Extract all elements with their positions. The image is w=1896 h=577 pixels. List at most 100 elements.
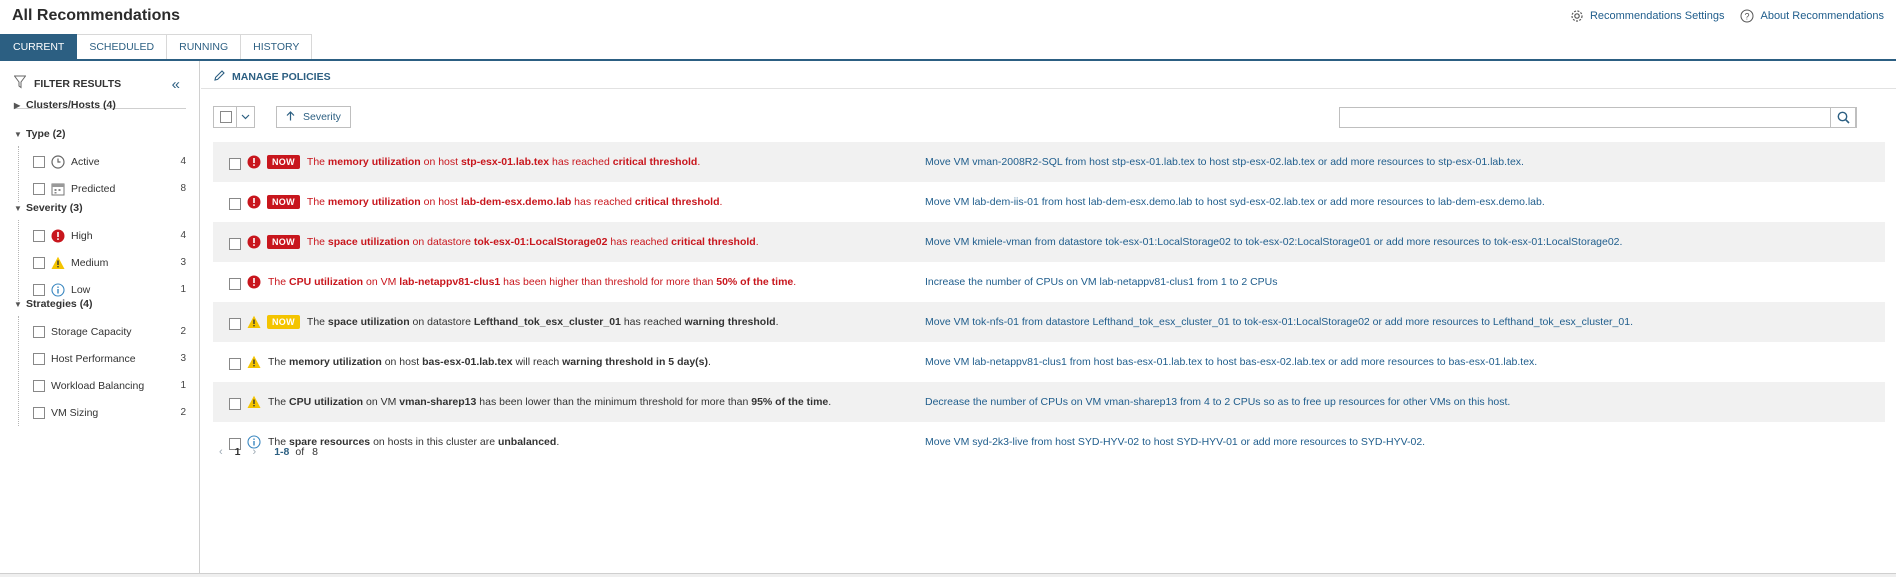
next-page-icon[interactable]: › [253, 446, 257, 458]
tab-running[interactable]: RUNNING [167, 34, 242, 59]
filter-item-label: Host Performance [51, 352, 136, 365]
filter-group-header[interactable]: ▼ Strategies (4) [14, 296, 186, 312]
recommendation-row[interactable]: NOW The space utilization on datastore to… [213, 222, 1885, 262]
about-recommendations-link[interactable]: ? About Recommendations [1740, 9, 1884, 23]
recommendation-action-link[interactable]: Move VM lab-dem-iis-01 from host lab-dem… [925, 196, 1545, 208]
filter-title: FILTER RESULTS [34, 78, 122, 90]
info-icon [51, 282, 65, 297]
error-icon [51, 229, 65, 243]
warning-icon [247, 395, 261, 409]
calendar-icon [51, 182, 65, 196]
filter-item-active[interactable]: Active 4 [19, 148, 186, 175]
tab-history[interactable]: HISTORY [241, 34, 313, 59]
filter-item-high[interactable]: High 4 [19, 222, 186, 249]
page-header: All Recommendations Recommendations Sett… [0, 0, 1896, 34]
checkbox[interactable] [33, 256, 45, 269]
row-checkbox[interactable] [229, 238, 241, 250]
filter-item-label: Storage Capacity [51, 325, 132, 338]
about-recommendations-label: About Recommendations [1760, 10, 1884, 22]
recommendation-row[interactable]: The CPU utilization on VM vman-sharep13 … [213, 382, 1885, 422]
row-checkbox[interactable] [229, 398, 241, 410]
filter-group-label: Strategies (4) [26, 298, 93, 310]
help-icon: ? [1740, 9, 1754, 23]
filter-group-header[interactable]: ▶ Clusters/Hosts (4) [14, 97, 186, 113]
now-badge: NOW [267, 155, 300, 169]
tab-current[interactable]: CURRENT [0, 34, 78, 59]
checkbox[interactable] [33, 283, 45, 296]
row-checkbox[interactable] [229, 278, 241, 290]
sort-severity-button[interactable]: Severity [276, 106, 351, 128]
recommendation-description: The CPU utilization on VM vman-sharep13 … [268, 396, 832, 408]
error-icon [247, 275, 261, 289]
filter-item-count: 1 [180, 284, 186, 295]
filter-item-label: Workload Balancing [51, 379, 145, 392]
checkbox[interactable] [33, 182, 45, 195]
filter-item-workload-balancing[interactable]: Workload Balancing 1 [19, 372, 186, 399]
filter-item-vm-sizing[interactable]: VM Sizing 2 [19, 399, 186, 426]
search-button[interactable] [1830, 107, 1856, 128]
checkbox[interactable] [33, 352, 45, 365]
prev-page-icon[interactable]: ‹ [219, 446, 223, 458]
page-title: All Recommendations [12, 7, 181, 24]
recommendation-action-link[interactable]: Move VM lab-netappv81-clus1 from host ba… [925, 356, 1537, 368]
now-badge: NOW [267, 235, 300, 249]
checkbox[interactable] [33, 229, 45, 242]
checkbox[interactable] [33, 379, 45, 392]
current-page[interactable]: 1 [235, 446, 241, 458]
filter-group-strategies: ▼ Strategies (4) Storage Capacity 2 Host… [14, 296, 186, 426]
filter-item-medium[interactable]: Medium 3 [19, 249, 186, 276]
recommendation-description: The memory utilization on host stp-esx-0… [306, 156, 701, 168]
recommendation-description: The memory utilization on host bas-esx-0… [268, 356, 711, 368]
recommendation-description: The memory utilization on host lab-dem-e… [306, 196, 723, 208]
header-links: Recommendations Settings ? About Recomme… [1570, 9, 1884, 23]
recommendation-action-link[interactable]: Move VM vman-2008R2-SQL from host stp-es… [925, 156, 1524, 168]
filter-item-storage-capacity[interactable]: Storage Capacity 2 [19, 318, 186, 345]
collapse-sidebar-icon[interactable]: « [172, 76, 180, 93]
recommendation-action-link[interactable]: Decrease the number of CPUs on VM vman-s… [925, 396, 1510, 408]
checkbox[interactable] [33, 325, 45, 338]
recommendation-row[interactable]: The spare resources on hosts in this clu… [213, 422, 1885, 462]
warning-icon [247, 315, 261, 329]
row-checkbox[interactable] [229, 318, 241, 330]
filter-item-predicted[interactable]: Predicted 8 [19, 175, 186, 202]
search-input[interactable] [1340, 108, 1830, 127]
row-checkbox[interactable] [229, 158, 241, 170]
filter-item-count: 2 [180, 407, 186, 418]
recommendations-settings-link[interactable]: Recommendations Settings [1570, 9, 1724, 23]
filter-sidebar: FILTER RESULTS « ▶ Clusters/Hosts (4) ▼ … [0, 61, 200, 573]
main-panel: MANAGE POLICIES Severity NOW The memory u… [201, 61, 1896, 573]
select-dropdown-button[interactable] [236, 107, 254, 127]
checkbox[interactable] [33, 406, 45, 419]
now-badge: NOW [267, 315, 300, 329]
recommendation-row[interactable]: NOW The space utilization on datastore Le… [213, 302, 1885, 342]
recommendation-action-link[interactable]: Increase the number of CPUs on VM lab-ne… [925, 276, 1278, 288]
filter-item-count: 8 [180, 183, 186, 194]
filter-item-label: VM Sizing [51, 406, 99, 419]
recommendation-action-link[interactable]: Move VM syd-2k3-live from host SYD-HYV-0… [925, 436, 1425, 448]
filter-item-count: 3 [180, 257, 186, 268]
tab-scheduled[interactable]: SCHEDULED [77, 34, 168, 59]
filter-group-label: Type (2) [26, 128, 66, 140]
warning-icon [51, 256, 65, 270]
filter-group-header[interactable]: ▼ Type (2) [14, 126, 186, 142]
recommendation-row[interactable]: The memory utilization on host bas-esx-0… [213, 342, 1885, 382]
row-checkbox[interactable] [229, 198, 241, 210]
gear-icon [1570, 9, 1584, 23]
row-checkbox[interactable] [229, 358, 241, 370]
filter-group-header[interactable]: ▼ Severity (3) [14, 200, 186, 216]
recommendation-row[interactable]: NOW The memory utilization on host stp-es… [213, 142, 1885, 182]
filter-item-host-performance[interactable]: Host Performance 3 [19, 345, 186, 372]
filter-item-count: 2 [180, 326, 186, 337]
checkbox[interactable] [33, 155, 45, 168]
select-all-checkbox[interactable] [220, 111, 232, 123]
svg-text:?: ? [1745, 12, 1750, 22]
recommendation-action-link[interactable]: Move VM kmiele-vman from datastore tok-e… [925, 236, 1622, 248]
recommendation-row[interactable]: NOW The memory utilization on host lab-de… [213, 182, 1885, 222]
filter-item-label: Active [71, 155, 100, 168]
search-icon [1837, 111, 1850, 124]
now-badge: NOW [267, 195, 300, 209]
manage-policies-button[interactable]: MANAGE POLICIES [213, 69, 331, 85]
filter-item-count: 3 [180, 353, 186, 364]
recommendation-row[interactable]: The CPU utilization on VM lab-netappv81-… [213, 262, 1885, 302]
recommendation-action-link[interactable]: Move VM tok-nfs-01 from datastore Leftha… [925, 316, 1633, 328]
